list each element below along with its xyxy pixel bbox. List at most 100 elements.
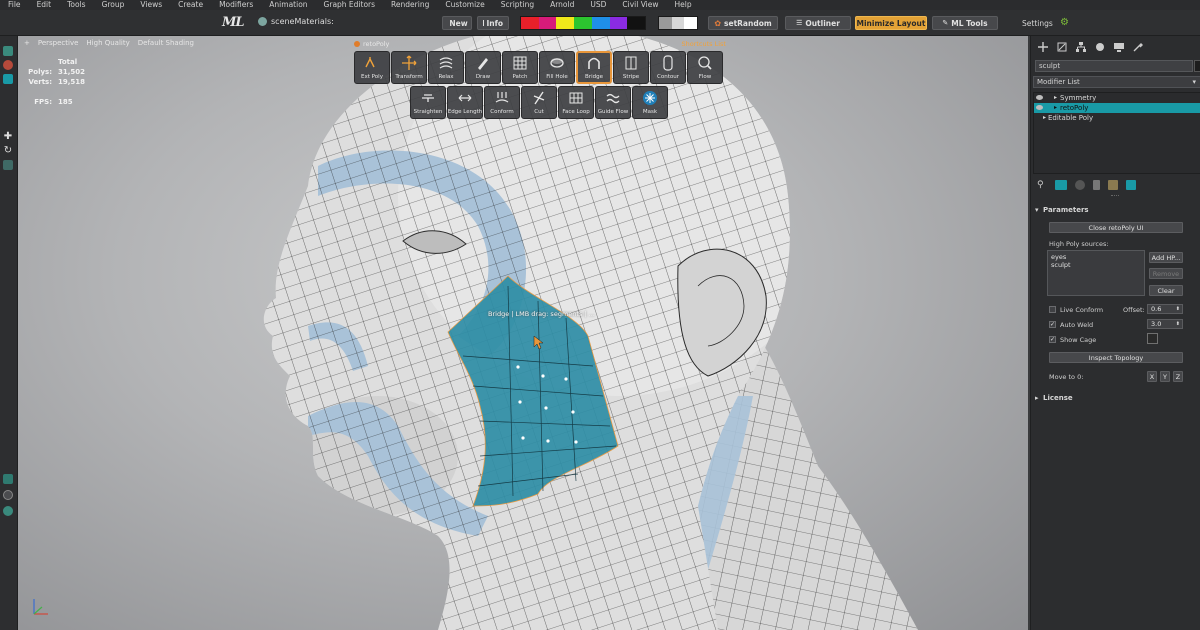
viewport-label-3[interactable]: Default Shading [138, 39, 194, 47]
list-item[interactable]: sculpt [1051, 261, 1141, 269]
menu-item-animation[interactable]: Animation [261, 0, 315, 10]
add-hp-button[interactable]: Add HP... [1149, 252, 1183, 263]
undo-icon[interactable] [3, 46, 13, 56]
palette-swatch[interactable] [591, 17, 610, 29]
create-tab-icon[interactable] [1037, 41, 1049, 53]
record-icon[interactable] [3, 60, 13, 70]
show-end-result-icon[interactable] [1055, 180, 1067, 190]
menu-item-arnold[interactable]: Arnold [542, 0, 582, 10]
tool-face-loop-button[interactable]: Face Loop [558, 86, 594, 119]
viewport[interactable]: + Perspective High Quality Default Shading … [18, 36, 1028, 630]
menu-item-scripting[interactable]: Scripting [493, 0, 542, 10]
expand-triangle-icon[interactable]: ▸ [1054, 93, 1057, 103]
new-button[interactable]: New [442, 16, 472, 30]
palette-swatch[interactable] [521, 17, 539, 29]
inspect-topology-button[interactable]: Inspect Topology [1049, 352, 1183, 363]
show-cage-checkbox[interactable]: ✓ [1049, 336, 1056, 343]
menu-item-modifiers[interactable]: Modifiers [211, 0, 261, 10]
gray-swatch[interactable] [671, 17, 685, 29]
menu-item-views[interactable]: Views [132, 0, 170, 10]
menu-item-file[interactable]: File [0, 0, 29, 10]
menu-item-group[interactable]: Group [94, 0, 133, 10]
eye-icon[interactable] [1036, 105, 1043, 110]
auto-weld-spinner[interactable]: 3.0 ⬍ [1147, 319, 1183, 329]
layer-icon[interactable] [3, 474, 13, 484]
menu-item-usd[interactable]: USD [582, 0, 614, 10]
tool-straighten-button[interactable]: Straighten [410, 86, 446, 119]
close-retopoly-button[interactable]: Close retoPoly UI [1049, 222, 1183, 233]
display-tab-icon[interactable] [1113, 41, 1125, 53]
object-name-field[interactable]: sculpt [1035, 60, 1193, 72]
gray-swatch[interactable] [684, 17, 698, 29]
move-x-button[interactable]: X [1147, 371, 1157, 382]
remove-button[interactable]: Remove [1149, 268, 1183, 279]
viewport-label-1[interactable]: Perspective [38, 39, 79, 47]
pin-stack-icon[interactable]: ⚲ [1037, 180, 1047, 190]
move-z-button[interactable]: Z [1173, 371, 1183, 382]
utilities-tab-icon[interactable] [1132, 41, 1144, 53]
set-random-button[interactable]: ✿ setRandom [708, 16, 778, 30]
move-icon[interactable]: ✚ [3, 132, 13, 142]
tool-draw-button[interactable]: Draw [465, 51, 501, 84]
tool-flow-button[interactable]: Flow [687, 51, 723, 84]
settings-button[interactable]: Settings [1022, 19, 1053, 28]
menu-item-graph-editors[interactable]: Graph Editors [316, 0, 384, 10]
clear-button[interactable]: Clear [1149, 285, 1183, 296]
tool-contour-button[interactable]: Contour [650, 51, 686, 84]
cage-color-swatch[interactable] [1147, 333, 1158, 344]
modifier-symmetry[interactable]: ▸ Symmetry [1034, 93, 1200, 103]
modify-tab-icon[interactable] [1056, 41, 1068, 53]
scale-icon[interactable] [3, 160, 13, 170]
outliner-button[interactable]: ☰ Outliner [785, 16, 851, 30]
gray-swatch[interactable] [659, 17, 672, 29]
menu-item-civil-view[interactable]: Civil View [614, 0, 666, 10]
license-rollout[interactable]: ▸ License [1033, 392, 1199, 404]
tool-ext-poly-button[interactable]: Ext Poly [354, 51, 390, 84]
offset-spinner[interactable]: 0.6 ⬍ [1147, 304, 1183, 314]
modifier-editable-poly[interactable]: ▸ Editable Poly [1034, 113, 1200, 123]
palette-swatch[interactable] [538, 17, 557, 29]
viewport-label-0[interactable]: + [24, 39, 30, 47]
palette-swatch[interactable] [556, 17, 575, 29]
expand-triangle-icon[interactable]: ▸ [1054, 103, 1057, 113]
palette-swatch[interactable] [609, 17, 628, 29]
menu-item-edit[interactable]: Edit [29, 0, 60, 10]
viewport-label-2[interactable]: High Quality [86, 39, 129, 47]
gray-palette[interactable] [658, 16, 698, 30]
menu-item-customize[interactable]: Customize [437, 0, 492, 10]
parameters-rollout[interactable]: ▾ Parameters [1033, 204, 1199, 216]
menu-item-help[interactable]: Help [667, 0, 700, 10]
menu-item-create[interactable]: Create [170, 0, 211, 10]
high-poly-list[interactable]: eyes sculpt [1047, 250, 1145, 296]
tool-conform-button[interactable]: Conform [484, 86, 520, 119]
make-unique-icon[interactable] [1075, 180, 1085, 190]
modifier-list-dropdown[interactable]: Modifier List ▾ [1033, 76, 1200, 88]
expand-triangle-icon[interactable]: ▸ [1043, 113, 1046, 123]
tool-stripe-button[interactable]: Stripe [613, 51, 649, 84]
move-y-button[interactable]: Y [1160, 371, 1170, 382]
minimize-layout-button[interactable]: Minimize Layout [855, 16, 927, 30]
live-conform-checkbox[interactable] [1049, 306, 1056, 313]
shortcuts-list-link[interactable]: Shortcuts List [681, 40, 726, 48]
scene-materials-button[interactable]: sceneMaterials: [258, 17, 334, 26]
tool-edge-length-button[interactable]: Edge Length [447, 86, 483, 119]
tool-cut-button[interactable]: Cut [521, 86, 557, 119]
modifier-retopoly[interactable]: ▸ retoPoly [1034, 103, 1200, 113]
palette-swatch[interactable] [574, 17, 592, 29]
tool-bridge-button[interactable]: Bridge [576, 51, 612, 84]
viewport-labels[interactable]: + Perspective High Quality Default Shading [24, 39, 194, 47]
rotate-icon[interactable]: ↻ [3, 146, 13, 156]
palette-swatch[interactable] [627, 17, 646, 29]
menu-item-rendering[interactable]: Rendering [383, 0, 437, 10]
settings-gear-icon[interactable]: ⚙ [1060, 17, 1069, 28]
camera-icon[interactable] [3, 490, 13, 500]
select-icon[interactable] [3, 74, 13, 84]
hierarchy-tab-icon[interactable] [1075, 41, 1087, 53]
remove-modifier-icon[interactable] [1093, 180, 1100, 190]
ml-tools-button[interactable]: ✎ ML Tools [932, 16, 998, 30]
info-button[interactable]: Info [477, 16, 509, 30]
auto-weld-checkbox[interactable]: ✓ [1049, 321, 1056, 328]
tool-relax-button[interactable]: Relax [428, 51, 464, 84]
tool-patch-button[interactable]: Patch [502, 51, 538, 84]
color-palette[interactable] [520, 16, 646, 30]
